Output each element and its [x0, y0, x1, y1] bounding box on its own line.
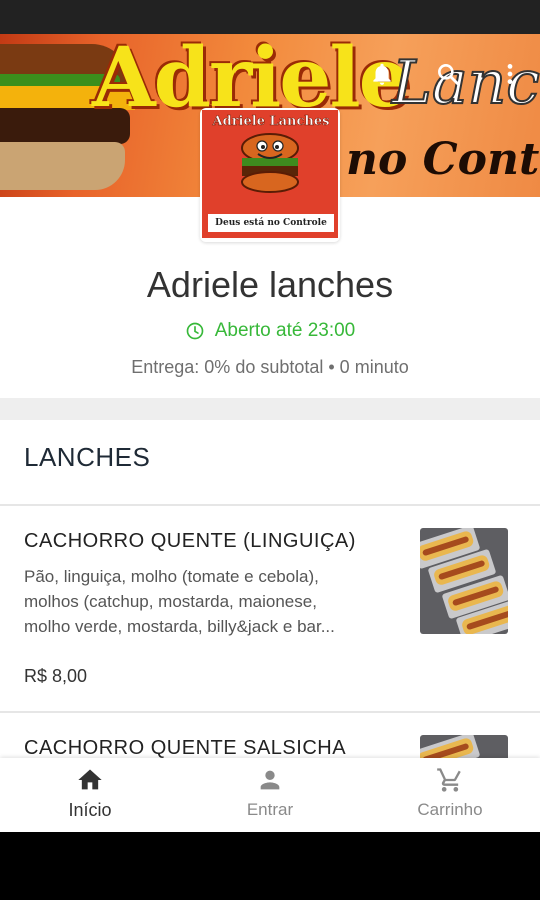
nav-item-label: Entrar [246, 800, 294, 819]
open-status: Aberto até 23:00 [0, 320, 540, 342]
category-title: LANCHES [24, 442, 151, 472]
menu-item[interactable]: CACHORRO QUENTE SALSICHA [0, 713, 540, 832]
open-status-text: Aberto até 23:00 [214, 320, 356, 341]
home-icon [78, 769, 102, 790]
bell-icon[interactable] [368, 60, 396, 88]
status-bar [0, 0, 540, 34]
logo-tagline: Deus está no Controle [208, 214, 334, 232]
banner-slogan: no Contro [346, 134, 540, 185]
menu-item-price: R$ 8,00 [24, 666, 88, 686]
menu-item[interactable]: CACHORRO QUENTE (LINGUIÇA) Pão, linguiça… [0, 506, 540, 711]
menu-item-photo [420, 528, 508, 634]
nav-item-entrar[interactable]: Entrar [180, 758, 360, 832]
menu-item-name: CACHORRO QUENTE SALSICHA [24, 737, 347, 759]
more-vertical-icon[interactable] [496, 60, 524, 88]
logo-burger-mascot [241, 133, 299, 193]
nav-item-inicio[interactable]: Início [0, 758, 180, 832]
bottom-navigation: Início Entrar Carrinho [0, 758, 540, 832]
system-navigation-bar [0, 832, 540, 900]
cart-icon [437, 768, 461, 792]
section-divider [0, 398, 540, 420]
nav-item-carrinho[interactable]: Carrinho [360, 758, 540, 832]
menu-item-name: CACHORRO QUENTE (LINGUIÇA) [24, 530, 356, 552]
store-name: Adriele lanches [146, 264, 394, 305]
logo-arc-text: Adriele Lanches [212, 114, 330, 130]
search-icon[interactable] [434, 60, 462, 88]
nav-item-label: Início [68, 800, 112, 820]
person-icon [260, 770, 280, 790]
store-logo: Adriele Lanches Deus está no Controle [200, 108, 340, 242]
delivery-info: Entrega: 0% do subtotal • 0 minuto [131, 357, 409, 377]
clock-icon [186, 322, 204, 340]
app-screen: Adriele Lanc no Contro Adriele Lanches [0, 34, 540, 832]
menu-item-description: Pão, linguiça, molho (tomate e cebola), … [24, 567, 335, 636]
nav-item-label: Carrinho [417, 800, 483, 819]
